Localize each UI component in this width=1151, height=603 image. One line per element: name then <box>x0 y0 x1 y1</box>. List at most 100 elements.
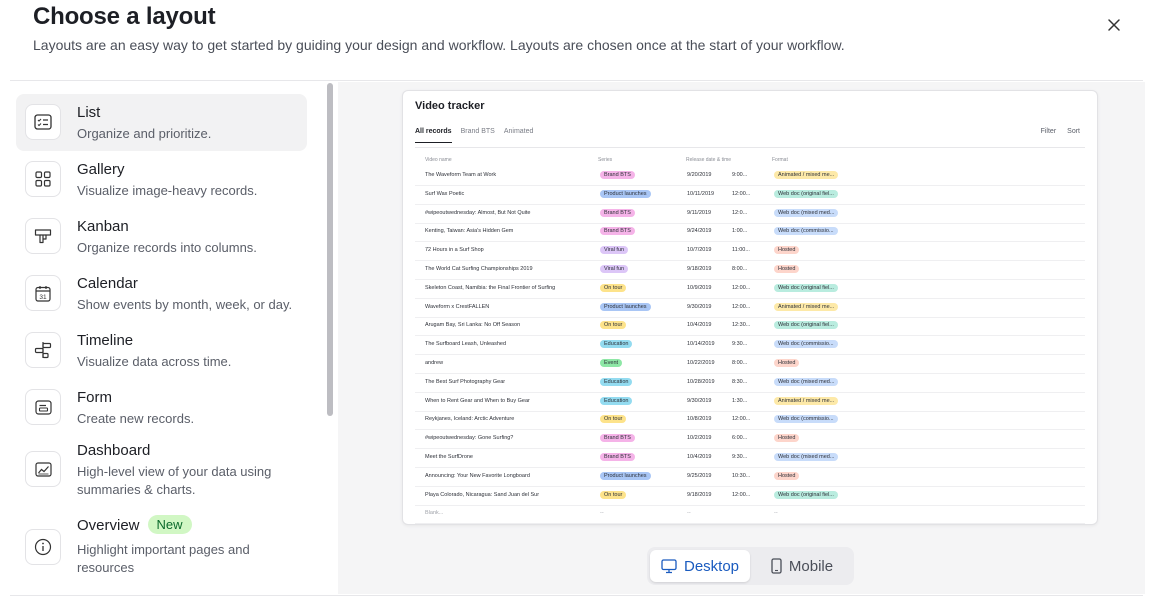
table-row: The World Cat Surfing Championships 2019… <box>415 261 1085 280</box>
cell-date: 10/8/2019 <box>687 416 712 423</box>
cell-date: 10/7/2019 <box>687 247 712 254</box>
cell-series: Product launches <box>600 302 651 311</box>
cell-time: 12:00... <box>732 284 751 291</box>
cell-time: 12:30... <box>732 322 751 329</box>
mobile-toggle-button[interactable]: Mobile <box>755 550 849 582</box>
cell-format: Web doc (mixed med... <box>774 377 839 386</box>
close-button[interactable] <box>1099 10 1129 40</box>
table-row: Meet the SurfDrone Brand BTS 10/4/2019 9:30… <box>415 449 1085 468</box>
cell-series: Brand BTS <box>600 453 635 461</box>
layout-option-kanban[interactable]: Kanban Organize records into columns. <box>16 208 307 265</box>
cell-date: 10/4/2019 <box>687 454 712 460</box>
preview-filter: Filter <box>1040 128 1057 135</box>
layout-option-dashboard[interactable]: Dashboard High-level view of your data u… <box>16 436 307 502</box>
cell-format: Web doc (original fiel... <box>774 490 838 499</box>
cell-format: Web doc (mixed med... <box>774 453 839 461</box>
table-row: Waveform x CrestFALLEN Product launches 9/… <box>415 299 1085 318</box>
cell-format: Animated / mixed me... <box>774 171 839 179</box>
preview-title: Video tracker <box>415 100 485 112</box>
table-row: Kenting, Taiwan: Asia's Hidden Gem Brand … <box>415 223 1085 243</box>
cell-date: 10/9/2019 <box>687 284 712 291</box>
cell-name: Skeleton Coast, Namibia: the Final Front… <box>425 284 556 291</box>
mobile-icon <box>771 558 782 574</box>
cell-time: 12:0... <box>732 209 748 216</box>
table-row: Surf Wax Poetic Product launches 10/11/201… <box>415 186 1085 205</box>
cell-date: 9/25/2019 <box>687 472 712 479</box>
cell-name: Meet the SurfDrone <box>425 454 473 460</box>
cell-name: andrew <box>425 360 444 366</box>
cell-series: Education <box>600 396 633 405</box>
cell-series: Brand BTS <box>600 208 635 217</box>
cell-date: 9/20/2019 <box>687 172 712 178</box>
cell-series: Event <box>600 359 623 367</box>
preview-divider <box>415 147 1085 148</box>
cell-name: The Surfboard Leash, Unleashed <box>425 341 507 348</box>
cell-series: On tour <box>600 490 627 499</box>
table-row: The Best Surf Photography Gear Education 1… <box>415 374 1085 393</box>
desktop-toggle-button[interactable]: Desktop <box>650 550 750 582</box>
desktop-icon <box>661 558 677 573</box>
table-row: 72 Hours in a Surf Shop Viral fun 10/7/201… <box>415 242 1085 262</box>
cell-date: 9/18/2019 <box>687 491 712 498</box>
cell-format: Hosted <box>774 471 800 480</box>
cell-date: 9/18/2019 <box>687 266 712 272</box>
list-icon <box>25 104 61 140</box>
table-row: #wipeoutwednesday: Gone Surfing? Brand BT… <box>415 430 1085 450</box>
column-header: Format <box>772 157 788 163</box>
cell-time: 10:30... <box>732 472 751 479</box>
preview-tab: All records <box>415 128 452 143</box>
cell-time: 12:00... <box>732 491 751 498</box>
sidebar-scrollbar[interactable] <box>327 83 333 416</box>
cell-format: Hosted <box>774 434 800 443</box>
layout-option-gallery[interactable]: Gallery Visualize image-heavy records. <box>16 151 307 208</box>
cell-time: 1:30... <box>732 397 748 404</box>
cell-time: 9:30... <box>732 454 748 460</box>
cell-time: 9:00... <box>732 172 748 178</box>
cell-name: When to Rent Gear and When to Buy Gear <box>425 397 530 404</box>
layout-name-row: Overview New <box>77 515 192 534</box>
layout-name: List <box>77 104 101 121</box>
cell-name: 72 Hours in a Surf Shop <box>425 247 484 254</box>
layout-name: Calendar <box>77 275 138 292</box>
table-row: Reykjanes, Iceland: Arctic Adventure On t… <box>415 411 1085 431</box>
layout-option-timeline[interactable]: Timeline Visualize data across time. <box>16 322 307 379</box>
cell-name: #wipeoutwednesday: Gone Surfing? <box>425 435 514 442</box>
cell-date: 10/14/2019 <box>687 341 715 348</box>
cell-series: Education <box>600 377 633 386</box>
cell-time: 12:00... <box>732 190 751 197</box>
preview-card: Video tracker All records Brand BTS Anim… <box>402 90 1098 525</box>
calendar-day: 31 <box>39 293 47 300</box>
cell-name: #wipeoutwednesday: Almost, But Not Quite <box>425 209 531 216</box>
preview-tabs: All records Brand BTS Animated <box>415 128 533 143</box>
cell-format: Hosted <box>774 246 800 255</box>
cell-name: Announcing: Your New Favorite Longboard <box>425 472 530 479</box>
table-row: Playa Colorado, Nicaragua: Sand Juan del… <box>415 487 1085 506</box>
preview-actions: Filter Sort <box>1041 128 1080 135</box>
layout-option-calendar[interactable]: 31 Calendar Show events by month, week, … <box>16 265 307 322</box>
layout-name: Kanban <box>77 218 129 235</box>
layout-option-overview[interactable]: Overview New Highlight important pages an… <box>16 510 307 582</box>
table-row: When to Rent Gear and When to Buy Gear Ed… <box>415 393 1085 412</box>
layout-option-list[interactable]: List Organize and prioritize. <box>16 94 307 151</box>
cell-date: -- <box>687 510 691 517</box>
layout-description: Organize records into columns. <box>77 240 257 255</box>
cell-format: Hosted <box>774 265 800 273</box>
cell-time: 1:00... <box>732 228 748 235</box>
cell-time: 12:00... <box>732 416 751 423</box>
table-row: Blank... -- -- -- <box>415 505 1085 524</box>
layout-name: Dashboard <box>77 442 151 459</box>
layout-description: Visualize data across time. <box>77 354 232 369</box>
kanban-icon <box>25 218 61 254</box>
cell-series: On tour <box>600 415 627 424</box>
layout-description: Organize and prioritize. <box>77 126 212 141</box>
cell-format: Animated / mixed me... <box>774 302 839 311</box>
cell-time: 12:00... <box>732 303 751 310</box>
cell-format: Web doc (original fiel... <box>774 283 838 292</box>
cell-series: Brand BTS <box>600 171 635 179</box>
cell-name: The Best Surf Photography Gear <box>425 378 506 385</box>
cell-time: 8:30... <box>732 378 748 385</box>
layout-description: Visualize image-heavy records. <box>77 183 258 198</box>
info-icon <box>25 529 61 565</box>
layout-option-form[interactable]: Form Create new records. <box>16 379 307 436</box>
cell-format: Web doc (commissio... <box>774 415 838 424</box>
